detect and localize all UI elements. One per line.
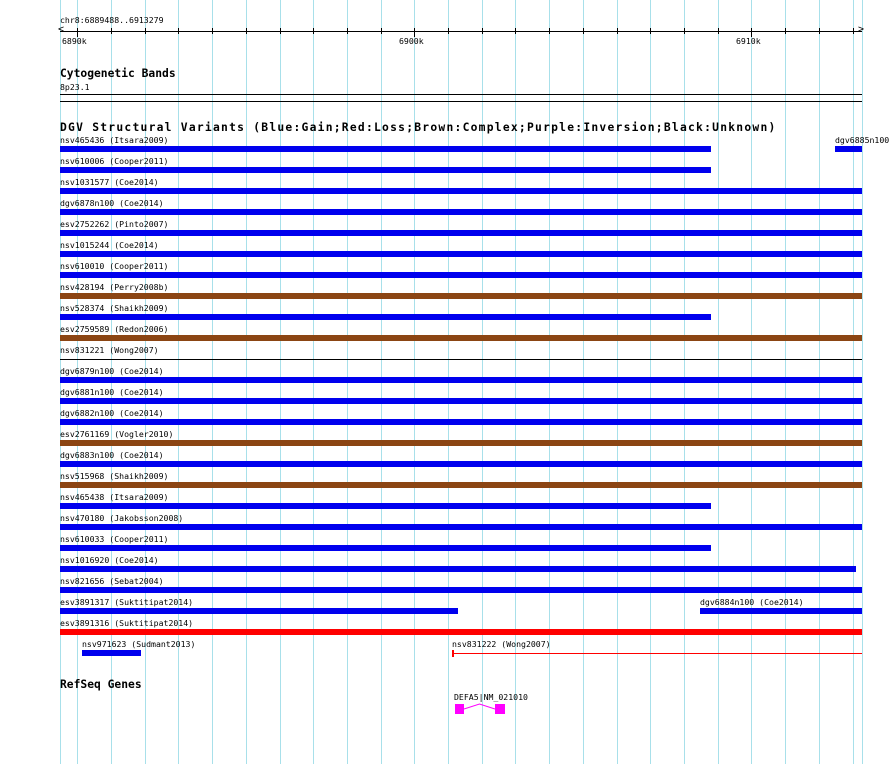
ruler-tick — [347, 28, 348, 34]
variant-start-tick — [452, 650, 454, 657]
ruler-tick — [650, 28, 651, 34]
ruler-tick — [111, 28, 112, 34]
variant-label[interactable]: nsv1031577 (Coe2014) — [60, 177, 159, 187]
ruler-label: 6900k — [399, 36, 424, 46]
ruler-tick — [583, 28, 584, 34]
gene-label[interactable]: DEFA5|NM_021010 — [454, 692, 528, 702]
ruler-tick — [549, 28, 550, 34]
variant-label[interactable]: dgv6879n100 (Coe2014) — [60, 366, 164, 376]
variant-bar[interactable] — [82, 650, 141, 656]
variant-bar[interactable] — [60, 188, 862, 194]
variant-label[interactable]: nsv1015244 (Coe2014) — [60, 240, 159, 250]
variant-bar[interactable] — [60, 629, 862, 635]
ruler-right-arrow-icon: > — [858, 24, 865, 35]
variant-bar[interactable] — [60, 293, 862, 299]
variant-bar[interactable] — [60, 419, 862, 425]
variant-label[interactable]: esv2752262 (Pinto2007) — [60, 219, 168, 229]
variant-bar[interactable] — [60, 377, 862, 383]
variant-label[interactable]: nsv515968 (Shaikh2009) — [60, 471, 168, 481]
ruler-tick — [313, 28, 314, 34]
gene-exon[interactable] — [455, 704, 464, 714]
ruler-tick — [381, 28, 382, 34]
variant-label[interactable]: esv3891317 (Suktitipat2014) — [60, 597, 193, 607]
variant-label[interactable]: dgv6884n100 (Coe2014) — [700, 597, 804, 607]
refseq-track-title: RefSeq Genes — [60, 678, 142, 691]
variant-line[interactable] — [452, 653, 862, 654]
variant-bar[interactable] — [835, 146, 862, 152]
variant-bar[interactable] — [60, 503, 711, 509]
dgv-track-title: DGV Structural Variants (Blue:Gain;Red:L… — [60, 121, 777, 134]
ruler-tick — [280, 28, 281, 34]
variant-bar[interactable] — [60, 587, 862, 593]
variant-label[interactable]: nsv1016920 (Coe2014) — [60, 555, 159, 565]
ruler-axis — [60, 31, 862, 32]
variant-bar[interactable] — [60, 335, 862, 341]
variant-bar[interactable] — [60, 545, 711, 551]
ruler-tick — [785, 28, 786, 34]
variant-label[interactable]: nsv528374 (Shaikh2009) — [60, 303, 168, 313]
variant-label[interactable]: dgv6882n100 (Coe2014) — [60, 408, 164, 418]
variant-bar[interactable] — [60, 398, 862, 404]
ruler-tick — [853, 28, 854, 34]
variant-bar[interactable] — [60, 482, 862, 488]
variant-label[interactable]: dgv6881n100 (Coe2014) — [60, 387, 164, 397]
genome-browser-panel: chr8:6889488..6913279 < >6890k 6900k 6910k … — [0, 0, 890, 764]
ruler-tick — [819, 28, 820, 34]
variant-bar[interactable] — [60, 608, 458, 614]
variant-label[interactable]: nsv465438 (Itsara2009) — [60, 492, 168, 502]
cytoband-label[interactable]: 8p23.1 — [60, 82, 90, 92]
variant-label[interactable]: nsv831222 (Wong2007) — [452, 639, 551, 649]
variant-label[interactable]: nsv470180 (Jakobsson2008) — [60, 513, 183, 523]
variant-label[interactable]: nsv428194 (Perry2008b) — [60, 282, 168, 292]
variant-label[interactable]: dgv6878n100 (Coe2014) — [60, 198, 164, 208]
variant-bar[interactable] — [60, 251, 862, 257]
variant-label[interactable]: nsv821656 (Sebat2004) — [60, 576, 164, 586]
variant-bar[interactable] — [60, 440, 862, 446]
ruler-tick — [448, 28, 449, 34]
variant-bar[interactable] — [60, 314, 711, 320]
variant-label[interactable]: nsv971623 (Sudmant2013) — [82, 639, 195, 649]
gridline — [862, 0, 863, 764]
variant-label[interactable]: dgv6885n100 (Coe2014) — [835, 135, 890, 145]
ruler-tick — [718, 28, 719, 34]
ruler-tick — [482, 28, 483, 34]
variant-bar[interactable] — [60, 209, 862, 215]
variant-label[interactable]: nsv610006 (Cooper2011) — [60, 156, 168, 166]
variant-bar[interactable] — [60, 566, 856, 572]
variant-line[interactable] — [60, 359, 862, 360]
variant-label[interactable]: nsv465436 (Itsara2009) — [60, 135, 168, 145]
variant-bar[interactable] — [60, 167, 711, 173]
variant-label[interactable]: nsv831221 (Wong2007) — [60, 345, 159, 355]
variant-label[interactable]: nsv610033 (Cooper2011) — [60, 534, 168, 544]
variant-bar[interactable] — [60, 461, 862, 467]
ruler-tick — [515, 28, 516, 34]
variant-bar[interactable] — [60, 146, 711, 152]
ruler-tick — [145, 28, 146, 34]
gene-exon[interactable] — [495, 704, 505, 714]
cytoband-line-top — [60, 94, 862, 95]
ruler-tick — [178, 28, 179, 34]
cytoband-line-bottom — [60, 101, 862, 102]
variant-bar[interactable] — [60, 272, 862, 278]
variant-label[interactable]: esv3891316 (Suktitipat2014) — [60, 618, 193, 628]
variant-bar[interactable] — [60, 230, 862, 236]
ruler-tick — [684, 28, 685, 34]
ruler-tick — [246, 28, 247, 34]
ruler-label: 6890k — [62, 36, 87, 46]
variant-label[interactable]: nsv610010 (Cooper2011) — [60, 261, 168, 271]
variant-label[interactable]: esv2761169 (Vogler2010) — [60, 429, 173, 439]
ruler-label: 6910k — [736, 36, 761, 46]
variant-label[interactable]: dgv6883n100 (Coe2014) — [60, 450, 164, 460]
ruler-left-arrow-icon: < — [58, 24, 65, 35]
cytoband-track-title: Cytogenetic Bands — [60, 67, 176, 80]
ruler-tick — [212, 28, 213, 34]
variant-bar[interactable] — [60, 524, 862, 530]
variant-bar[interactable] — [700, 608, 862, 614]
variant-label[interactable]: esv2759589 (Redon2006) — [60, 324, 168, 334]
ruler-tick — [617, 28, 618, 34]
region-label: chr8:6889488..6913279 — [60, 15, 164, 25]
